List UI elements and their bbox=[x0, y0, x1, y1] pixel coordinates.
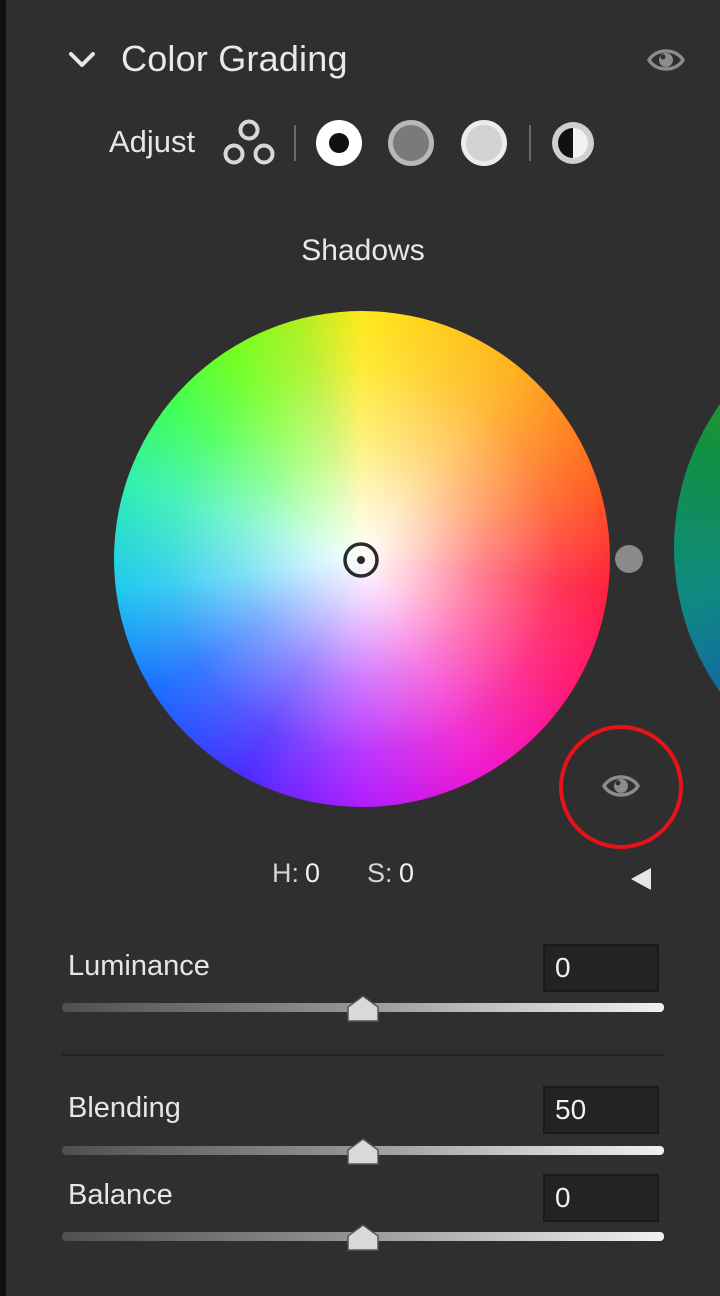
luminance-field[interactable] bbox=[543, 944, 659, 992]
color-grading-panel: Color Grading Adjust Shadows H: 0 S: 0 L… bbox=[6, 0, 720, 1296]
toolbar-separator bbox=[294, 125, 296, 161]
wheel-center-handle[interactable] bbox=[342, 541, 380, 579]
balance-slider-thumb[interactable] bbox=[346, 1223, 380, 1251]
half-filled-circle-icon[interactable] bbox=[550, 120, 596, 166]
blending-label: Blending bbox=[68, 1092, 181, 1124]
hue-value: 0 bbox=[305, 858, 321, 888]
saturation-label: S: bbox=[367, 858, 393, 888]
hue-label: H: bbox=[272, 858, 299, 888]
shadows-mode-button[interactable] bbox=[316, 120, 362, 166]
left-triangle-icon[interactable] bbox=[629, 867, 653, 891]
annotation-highlight-circle bbox=[559, 725, 683, 849]
blending-field[interactable] bbox=[543, 1086, 659, 1134]
wheel-title: Shadows bbox=[301, 234, 425, 267]
balance-field[interactable] bbox=[543, 1174, 659, 1222]
section-divider bbox=[62, 1054, 664, 1056]
balance-label: Balance bbox=[68, 1179, 173, 1211]
saturation-value: 0 bbox=[399, 858, 415, 888]
next-color-wheel[interactable] bbox=[674, 300, 720, 796]
wheel-saturation-knob[interactable] bbox=[615, 545, 643, 573]
adjust-label: Adjust bbox=[109, 124, 196, 159]
blending-slider-thumb[interactable] bbox=[346, 1137, 380, 1165]
chevron-down-icon[interactable] bbox=[66, 44, 98, 76]
toolbar-separator bbox=[529, 125, 531, 161]
luminance-slider-thumb[interactable] bbox=[346, 994, 380, 1022]
panel-title: Color Grading bbox=[121, 38, 348, 79]
three-circles-icon[interactable] bbox=[222, 118, 276, 168]
luminance-label: Luminance bbox=[68, 950, 210, 982]
midtones-mode-button[interactable] bbox=[388, 120, 434, 166]
highlights-mode-button[interactable] bbox=[461, 120, 507, 166]
eye-icon[interactable] bbox=[646, 44, 686, 76]
